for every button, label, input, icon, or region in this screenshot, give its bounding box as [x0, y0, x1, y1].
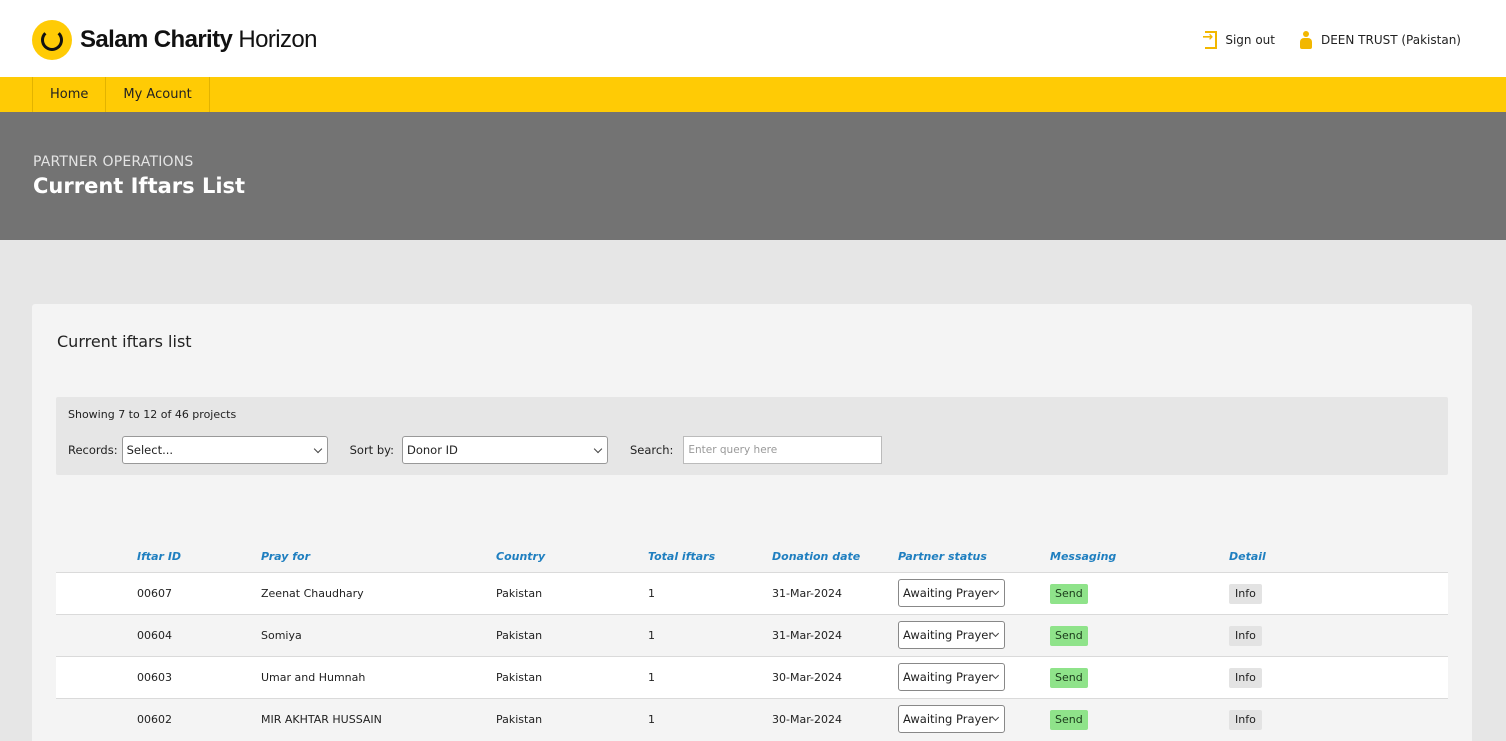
send-button[interactable]: Send	[1050, 584, 1088, 604]
showing-count: Showing 7 to 12 of 46 projects	[68, 408, 237, 421]
search-label: Search:	[629, 443, 674, 457]
account-org[interactable]: DEEN TRUST (Pakistan)	[1299, 31, 1461, 49]
cell-donation-date: 30-Mar-2024	[772, 713, 842, 726]
top-header: Salam Charity Horizon Sign out DEEN TRUS…	[0, 0, 1506, 77]
cell-country: Pakistan	[496, 629, 543, 642]
nav-item-home[interactable]: Home	[33, 77, 107, 112]
cell-country: Pakistan	[496, 713, 543, 726]
cell-pray-for: MIR AKHTAR HUSSAIN	[261, 713, 382, 726]
iftars-card: Current iftars list Showing 7 to 12 of 4…	[32, 304, 1472, 741]
col-country[interactable]: Country	[496, 550, 545, 563]
table-header: Iftar ID Pray for Country Total iftars D…	[56, 544, 1448, 572]
info-button[interactable]: Info	[1229, 710, 1262, 730]
table-row: 00604 Somiya Pakistan 1 31-Mar-2024 Awai…	[56, 614, 1448, 656]
send-button[interactable]: Send	[1050, 668, 1088, 688]
send-button[interactable]: Send	[1050, 710, 1088, 730]
partner-status-select[interactable]: Awaiting Prayer	[898, 621, 1005, 649]
cell-pray-for: Umar and Humnah	[261, 671, 366, 684]
table-row: 00603 Umar and Humnah Pakistan 1 30-Mar-…	[56, 656, 1448, 698]
org-label: DEEN TRUST (Pakistan)	[1320, 33, 1461, 47]
partner-status-select[interactable]: Awaiting Prayer	[898, 579, 1005, 607]
sign-out-label: Sign out	[1225, 33, 1275, 47]
iftars-table: Iftar ID Pray for Country Total iftars D…	[56, 544, 1448, 740]
info-button[interactable]: Info	[1229, 668, 1262, 688]
cell-iftar-id: 00603	[137, 671, 172, 684]
filter-panel: Showing 7 to 12 of 46 projects Records: …	[56, 397, 1448, 475]
partner-status-select[interactable]: Awaiting Prayer	[898, 663, 1005, 691]
sign-out-icon	[1202, 30, 1219, 49]
col-donation-date[interactable]: Donation date	[772, 550, 860, 563]
cell-total-iftars: 1	[648, 713, 655, 726]
col-total-iftars[interactable]: Total iftars	[648, 550, 715, 563]
banner-kicker: PARTNER OPERATIONS	[33, 154, 194, 170]
col-partner-status[interactable]: Partner status	[898, 550, 987, 563]
logo-circle-icon	[32, 20, 72, 60]
col-detail[interactable]: Detail	[1229, 550, 1266, 563]
col-iftar-id[interactable]: Iftar ID	[137, 550, 181, 563]
col-messaging[interactable]: Messaging	[1050, 550, 1116, 563]
cell-iftar-id: 00602	[137, 713, 172, 726]
cell-donation-date: 31-Mar-2024	[772, 587, 842, 600]
brand-logo[interactable]: Salam Charity Horizon	[32, 20, 317, 60]
sort-label: Sort by:	[349, 443, 394, 457]
cell-total-iftars: 1	[648, 587, 655, 600]
table-row: 00602 MIR AKHTAR HUSSAIN Pakistan 1 30-M…	[56, 698, 1448, 740]
main-nav: Home My Acount	[0, 77, 1506, 112]
page-banner: PARTNER OPERATIONS Current Iftars List	[0, 112, 1506, 240]
partner-status-select[interactable]: Awaiting Prayer	[898, 705, 1005, 733]
cell-country: Pakistan	[496, 671, 543, 684]
cell-total-iftars: 1	[648, 671, 655, 684]
table-row: 00607 Zeenat Chaudhary Pakistan 1 31-Mar…	[56, 572, 1448, 614]
col-pray-for[interactable]: Pray for	[261, 550, 310, 563]
cell-pray-for: Somiya	[261, 629, 302, 642]
cell-iftar-id: 00604	[137, 629, 172, 642]
cell-iftar-id: 00607	[137, 587, 172, 600]
card-title: Current iftars list	[57, 332, 192, 351]
nav-item-my-account[interactable]: My Acount	[106, 77, 210, 112]
records-select[interactable]: Select...	[121, 436, 328, 464]
user-icon	[1299, 31, 1313, 49]
info-button[interactable]: Info	[1229, 626, 1262, 646]
send-button[interactable]: Send	[1050, 626, 1088, 646]
records-label: Records:	[68, 443, 118, 457]
cell-total-iftars: 1	[648, 629, 655, 642]
cell-country: Pakistan	[496, 587, 543, 600]
cell-donation-date: 30-Mar-2024	[772, 671, 842, 684]
cell-pray-for: Zeenat Chaudhary	[261, 587, 364, 600]
sort-select[interactable]: Donor ID	[401, 436, 608, 464]
search-input[interactable]	[683, 436, 883, 464]
info-button[interactable]: Info	[1229, 584, 1262, 604]
sign-out-link[interactable]: Sign out	[1202, 30, 1275, 49]
brand-name: Salam Charity Horizon	[80, 26, 317, 53]
header-actions: Sign out DEEN TRUST (Pakistan)	[1179, 30, 1461, 49]
page-title: Current Iftars List	[33, 174, 246, 198]
cell-donation-date: 31-Mar-2024	[772, 629, 842, 642]
